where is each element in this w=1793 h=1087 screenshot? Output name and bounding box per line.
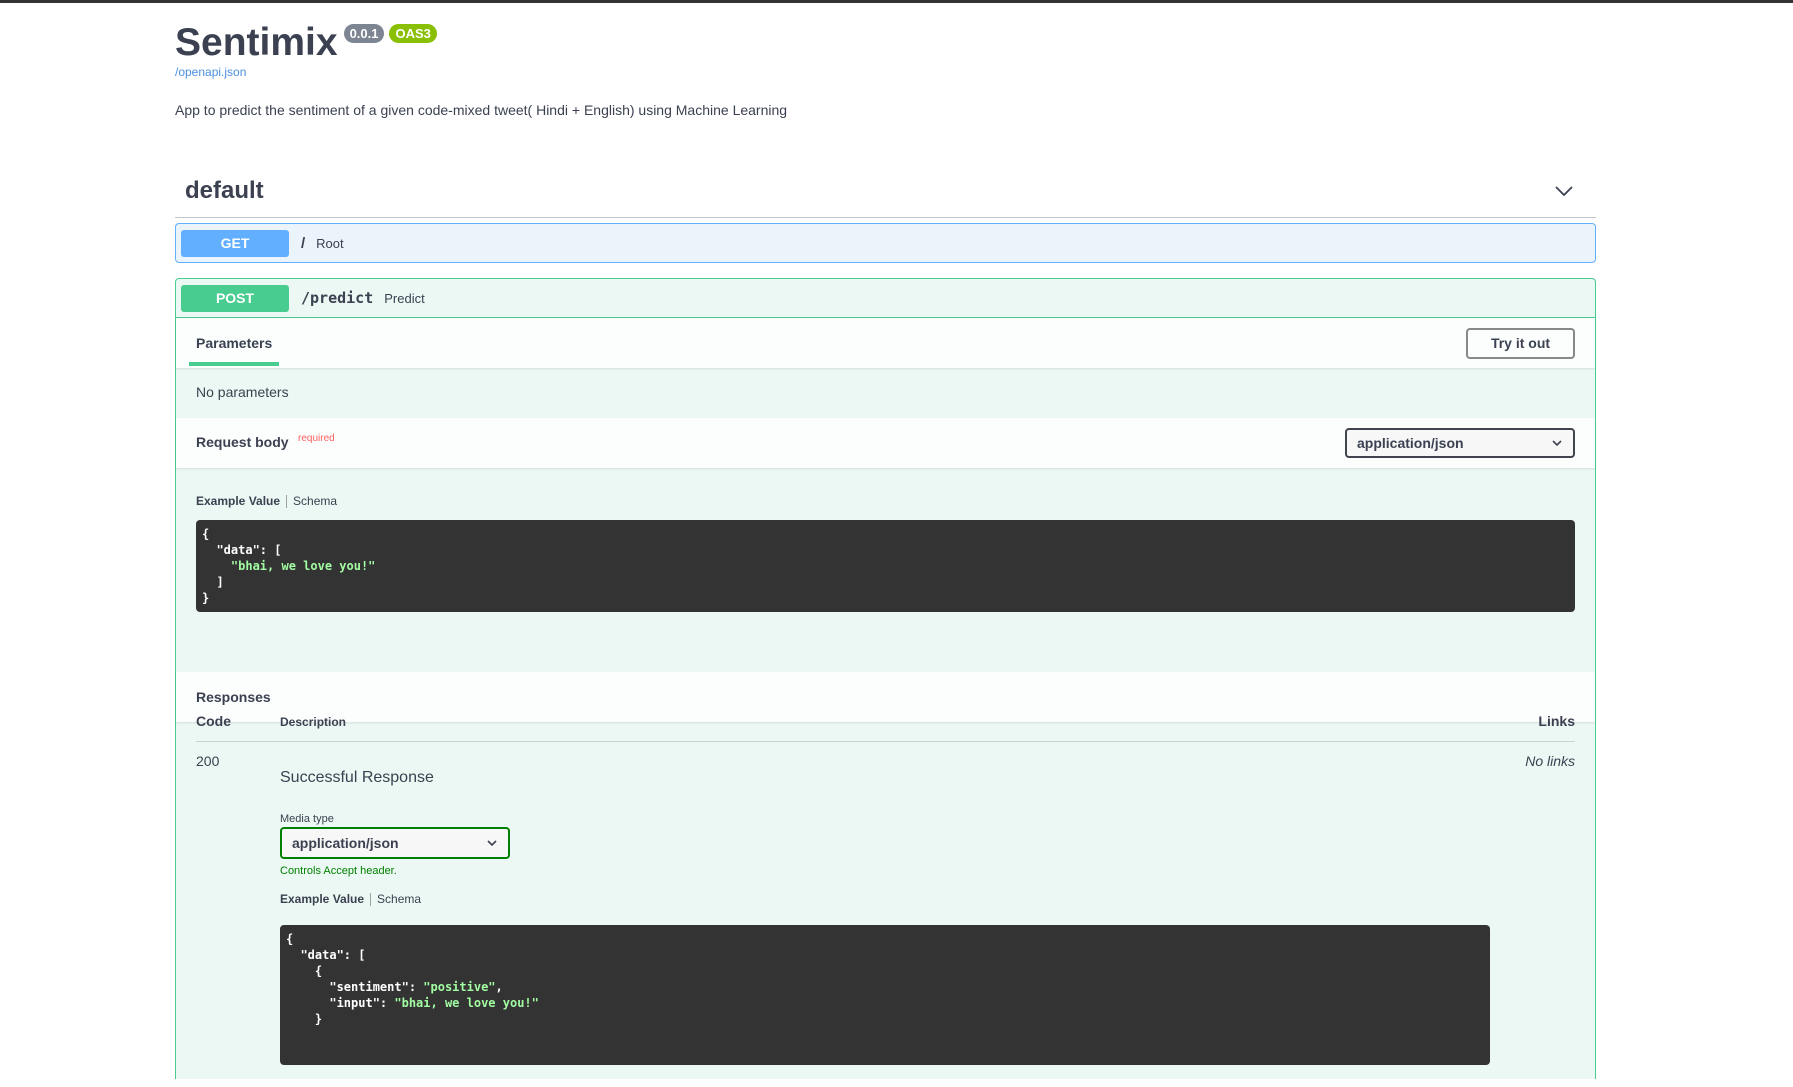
request-content-type-select[interactable]: application/json <box>1345 428 1575 458</box>
response-media-type-select[interactable]: application/json <box>280 827 510 859</box>
chevron-down-icon <box>487 840 497 847</box>
col-description: Description <box>280 715 347 729</box>
col-links: Links <box>1538 713 1575 729</box>
operation-path: / <box>301 234 306 252</box>
code-line: ] <box>202 575 224 589</box>
code-string: "bhai, we love you!" <box>202 559 376 573</box>
code-punct: , <box>495 980 503 994</box>
select-value: application/json <box>292 835 399 851</box>
tab-example-value[interactable]: Example Value <box>196 494 280 508</box>
response-code: 200 <box>196 753 220 769</box>
example-schema-tabs: Example Value Schema <box>196 494 1575 508</box>
col-code: Code <box>196 713 231 729</box>
operation-post-predict: POST /predict Predict Parameters Try it … <box>175 278 1596 1079</box>
operation-description: Predict <box>384 290 425 306</box>
code-key: "input": <box>286 996 395 1010</box>
request-example-code: { "data": [ "bhai, we love you!" ] } <box>196 520 1575 612</box>
controls-accept-text: Controls Accept header. <box>280 865 397 877</box>
version-badge: 0.0.1 <box>343 24 385 43</box>
request-body-title-wrap: Request body required <box>196 433 335 452</box>
code-line: } <box>202 591 210 605</box>
oas-badge: OAS3 <box>389 24 437 43</box>
tab-separator <box>370 892 372 906</box>
code-line: } <box>286 1012 323 1026</box>
response-links: No links <box>1525 753 1575 769</box>
example-schema-tabs: Example Value Schema <box>280 892 421 906</box>
tab-schema[interactable]: Schema <box>293 494 337 508</box>
method-badge-post: POST <box>181 284 289 312</box>
operation-description: Root <box>316 235 344 251</box>
code-line: { <box>286 964 323 978</box>
code-line: { <box>202 527 210 541</box>
operation-summary[interactable]: GET / Root <box>176 224 1595 262</box>
media-type-label: Media type <box>280 813 334 825</box>
code-line: "data": [ <box>286 948 366 962</box>
request-body-title: Request body <box>196 434 289 450</box>
api-description: App to predict the sentiment of a given … <box>175 102 788 118</box>
request-body-header: Request body required application/json <box>176 418 1595 468</box>
method-badge-get: GET <box>181 229 289 257</box>
required-label: required <box>298 433 335 444</box>
operation-path: /predict <box>301 289 374 307</box>
try-it-out-button[interactable]: Try it out <box>1466 327 1575 359</box>
chevron-down-icon <box>1552 440 1562 447</box>
responses-table-header: Code Description Links <box>196 705 1575 742</box>
section-title: default <box>185 177 264 204</box>
page-title: Sentimix <box>175 21 338 64</box>
code-key: "sentiment": <box>286 980 424 994</box>
tab-example-value[interactable]: Example Value <box>280 892 364 906</box>
code-line: "data": [ <box>202 543 282 557</box>
title-row: Sentimix 0.0.1 OAS3 <box>175 18 437 68</box>
chevron-down-icon[interactable] <box>1554 181 1574 201</box>
tab-schema[interactable]: Schema <box>377 892 421 906</box>
response-row: 200 No links Successful Response Media t… <box>196 747 1575 1087</box>
openapi-json-link[interactable]: /openapi.json <box>175 65 246 79</box>
no-parameters-text: No parameters <box>196 384 289 400</box>
code-string: "positive" <box>423 980 496 994</box>
select-value: application/json <box>1357 435 1464 451</box>
response-description: Successful Response <box>280 769 434 786</box>
tab-parameters[interactable]: Parameters <box>188 318 280 368</box>
operation-summary[interactable]: POST /predict Predict <box>176 279 1595 318</box>
section-header-default[interactable]: default <box>175 165 1596 218</box>
response-example-code: { "data": [ { "sentiment": "positive", "… <box>280 925 1490 1065</box>
tab-separator <box>286 494 288 508</box>
operation-get-root[interactable]: GET / Root <box>175 223 1596 263</box>
responses-title: Responses <box>196 689 271 705</box>
code-string: "bhai, we love you!" <box>394 996 539 1010</box>
parameters-header: Parameters Try it out <box>176 318 1595 368</box>
code-line: { <box>286 932 294 946</box>
request-body-content: Example Value Schema { "data": [ "bhai, … <box>176 468 1595 612</box>
